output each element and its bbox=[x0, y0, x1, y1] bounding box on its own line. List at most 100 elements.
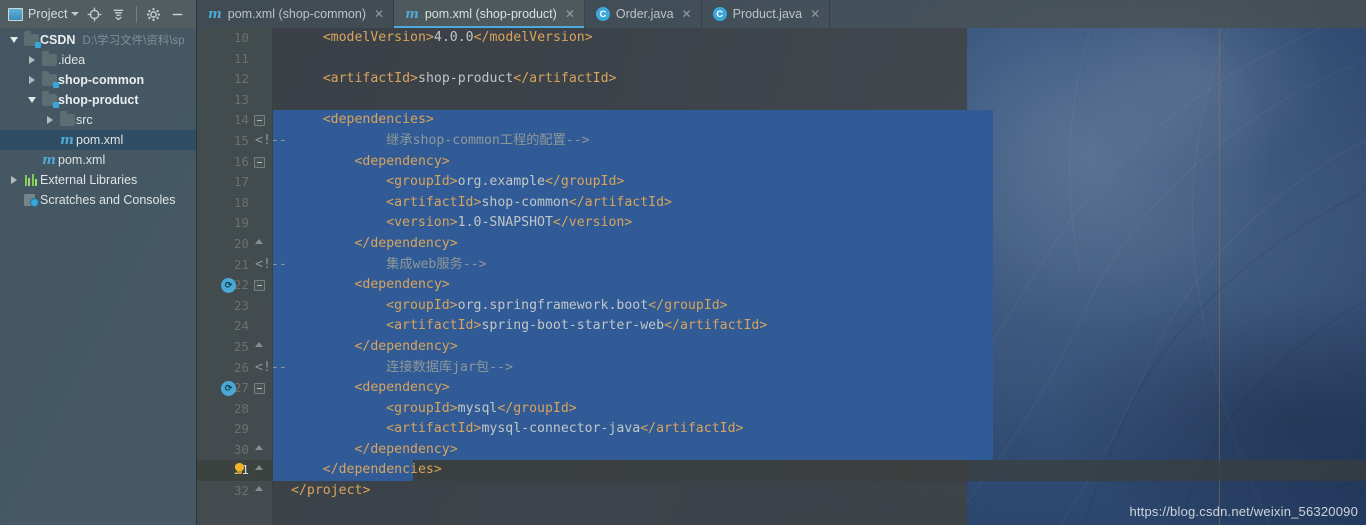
editor-tab-product-java[interactable]: C Product.java ✕ bbox=[702, 0, 831, 28]
chevron-right-icon[interactable] bbox=[24, 56, 40, 64]
code-token: org.example bbox=[457, 174, 545, 190]
fold-collapse-icon[interactable] bbox=[254, 280, 265, 292]
code-token: mysql bbox=[457, 400, 498, 416]
code-line[interactable]: 13 bbox=[197, 90, 1366, 111]
folder-icon bbox=[58, 111, 76, 126]
tree-item-idea[interactable]: .idea bbox=[0, 50, 196, 70]
locate-target-icon[interactable] bbox=[84, 3, 106, 25]
chevron-down-icon[interactable] bbox=[24, 97, 40, 103]
line-number: 14 bbox=[233, 112, 249, 128]
fold-collapse-icon[interactable] bbox=[254, 156, 265, 168]
editor-tab-pom-xml-shop-product[interactable]: m pom.xml (shop-product) ✕ bbox=[394, 0, 585, 28]
code-token: </dependencies> bbox=[322, 462, 442, 478]
code-token: <groupId> bbox=[386, 297, 458, 313]
fold-collapse-icon[interactable] bbox=[254, 383, 265, 395]
code-line[interactable]: 12 <artifactId>shop-product</artifactId> bbox=[197, 69, 1366, 90]
line-number: 18 bbox=[233, 194, 249, 210]
chevron-right-icon[interactable] bbox=[6, 176, 22, 184]
intention-bulb-icon[interactable] bbox=[235, 463, 244, 475]
tree-item-pom-xml[interactable]: m pom.xml bbox=[0, 150, 196, 170]
line-number: 23 bbox=[233, 297, 249, 313]
gear-glyph bbox=[147, 7, 161, 21]
code-line[interactable]: 24 <artifactId>spring-boot-starter-web</a… bbox=[197, 316, 1366, 337]
code-line[interactable]: 28 <groupId>mysql</groupId> bbox=[197, 398, 1366, 420]
code-line[interactable]: 19 <version>1.0-SNAPSHOT</version> bbox=[197, 213, 1366, 234]
code-line[interactable]: 11 bbox=[197, 49, 1366, 70]
code-editor[interactable]: 10 <modelVersion>4.0.0</modelVersion> 11 12… bbox=[197, 28, 1366, 525]
fold-end-icon[interactable] bbox=[255, 238, 263, 244]
close-icon[interactable]: ✕ bbox=[565, 7, 575, 21]
code-token: <dependency> bbox=[354, 380, 450, 396]
code-line-text: </dependency> bbox=[354, 234, 457, 255]
code-line[interactable]: 29 <artifactId>mysql-connector-java</arti… bbox=[197, 419, 1366, 440]
code-token: <modelVersion> bbox=[322, 30, 434, 45]
close-icon[interactable]: ✕ bbox=[810, 7, 820, 21]
editor-tab-order-java[interactable]: C Order.java ✕ bbox=[585, 0, 702, 28]
fold-end-icon[interactable] bbox=[255, 341, 263, 347]
code-line[interactable]: 25 </dependency> bbox=[197, 336, 1366, 358]
code-line-text: <artifactId>shop-common</artifactId> bbox=[386, 193, 672, 214]
line-number: 13 bbox=[233, 91, 249, 107]
maven-dependency-icon[interactable]: ⟳ bbox=[221, 381, 236, 397]
tree-item-shop-product[interactable]: shop-product bbox=[0, 90, 196, 110]
code-line[interactable]: 17 <groupId>org.example</groupId> bbox=[197, 172, 1366, 193]
close-icon[interactable]: ✕ bbox=[374, 7, 384, 21]
chevron-down-icon[interactable] bbox=[6, 37, 22, 43]
project-view-selector[interactable]: Project bbox=[6, 5, 82, 23]
editor-tab-pom-xml-shop-common[interactable]: m pom.xml (shop-common) ✕ bbox=[197, 0, 395, 28]
toolbar-divider bbox=[135, 5, 137, 23]
gear-icon[interactable] bbox=[143, 3, 165, 25]
code-line[interactable]: 23 <groupId>org.springframework.boot</gro… bbox=[197, 295, 1366, 317]
code-token: </dependency> bbox=[354, 441, 458, 457]
selection-highlight bbox=[273, 130, 993, 152]
locate-target-glyph bbox=[87, 6, 102, 22]
code-token: 4.0.0 bbox=[433, 30, 474, 45]
code-line[interactable]: 31</dependencies> bbox=[197, 460, 1366, 482]
code-line[interactable]: 14 <dependencies> bbox=[197, 110, 1366, 131]
code-token: </modelVersion> bbox=[473, 30, 593, 45]
code-line[interactable]: 18 <artifactId>shop-common</artifactId> bbox=[197, 192, 1366, 214]
fold-end-icon[interactable] bbox=[255, 465, 263, 471]
code-line[interactable]: 10 <modelVersion>4.0.0</modelVersion> bbox=[197, 28, 1366, 49]
tree-item-csdn[interactable]: CSDN D:\学习文件\资料\sp bbox=[0, 30, 196, 50]
code-token: <artifactId> bbox=[386, 318, 482, 334]
code-line-text: </dependency> bbox=[354, 337, 457, 358]
code-line[interactable]: 30 </dependency> bbox=[197, 439, 1366, 461]
code-token: <dependency> bbox=[354, 277, 450, 293]
java-class-icon: C bbox=[595, 7, 610, 21]
tree-item-label: Scratches and Consoles bbox=[40, 193, 176, 207]
code-line[interactable]: 22 ⟳ <dependency> bbox=[197, 275, 1366, 296]
fold-end-icon[interactable] bbox=[255, 444, 263, 450]
tree-item-pom-xml[interactable]: m pom.xml bbox=[0, 130, 196, 150]
code-line-text: <artifactId>spring-boot-starter-web</art… bbox=[386, 316, 767, 337]
code-line-text: <groupId>org.example</groupId> bbox=[386, 172, 624, 193]
code-line[interactable]: 21 <!-- 集成web服务--> bbox=[197, 254, 1366, 276]
collapse-all-icon[interactable] bbox=[108, 3, 130, 25]
line-number: 20 bbox=[233, 235, 249, 251]
code-line[interactable]: 20 </dependency> bbox=[197, 233, 1366, 255]
code-line[interactable]: 27 ⟳ <dependency> bbox=[197, 378, 1366, 399]
code-line-text: <dependencies> bbox=[323, 110, 434, 131]
project-title: Project bbox=[28, 7, 68, 21]
line-number: 12 bbox=[233, 71, 249, 87]
chevron-right-icon[interactable] bbox=[24, 76, 40, 84]
code-line-text: <version>1.0-SNAPSHOT</version> bbox=[386, 213, 632, 234]
code-line-text: <dependency> bbox=[354, 378, 449, 399]
tree-item-shop-common[interactable]: shop-common bbox=[0, 70, 196, 90]
selection-highlight bbox=[273, 172, 993, 193]
code-line[interactable]: 32 </project> bbox=[197, 481, 1366, 502]
code-line[interactable]: 26 <!-- 连接数据库jar包--> bbox=[197, 357, 1366, 379]
chevron-down-icon[interactable] bbox=[70, 12, 79, 16]
tree-item-external-libraries[interactable]: External Libraries bbox=[0, 170, 196, 190]
close-icon[interactable]: ✕ bbox=[682, 7, 692, 21]
tree-item-src[interactable]: src bbox=[0, 110, 196, 130]
fold-end-icon[interactable] bbox=[255, 486, 263, 492]
project-sidebar: Project CSDN D:\学习文件\资料\sp .idea shop-co… bbox=[0, 0, 197, 525]
fold-collapse-icon[interactable] bbox=[254, 115, 265, 127]
code-token: <artifactId> bbox=[386, 194, 482, 210]
chevron-right-icon[interactable] bbox=[42, 116, 58, 124]
minimize-icon[interactable] bbox=[167, 3, 189, 25]
tree-item-scratches-and-consoles[interactable]: Scratches and Consoles bbox=[0, 190, 196, 210]
code-line[interactable]: 16 <dependency> bbox=[197, 151, 1366, 173]
code-line[interactable]: 15 <!-- 继承shop-common工程的配置--> bbox=[197, 130, 1366, 152]
